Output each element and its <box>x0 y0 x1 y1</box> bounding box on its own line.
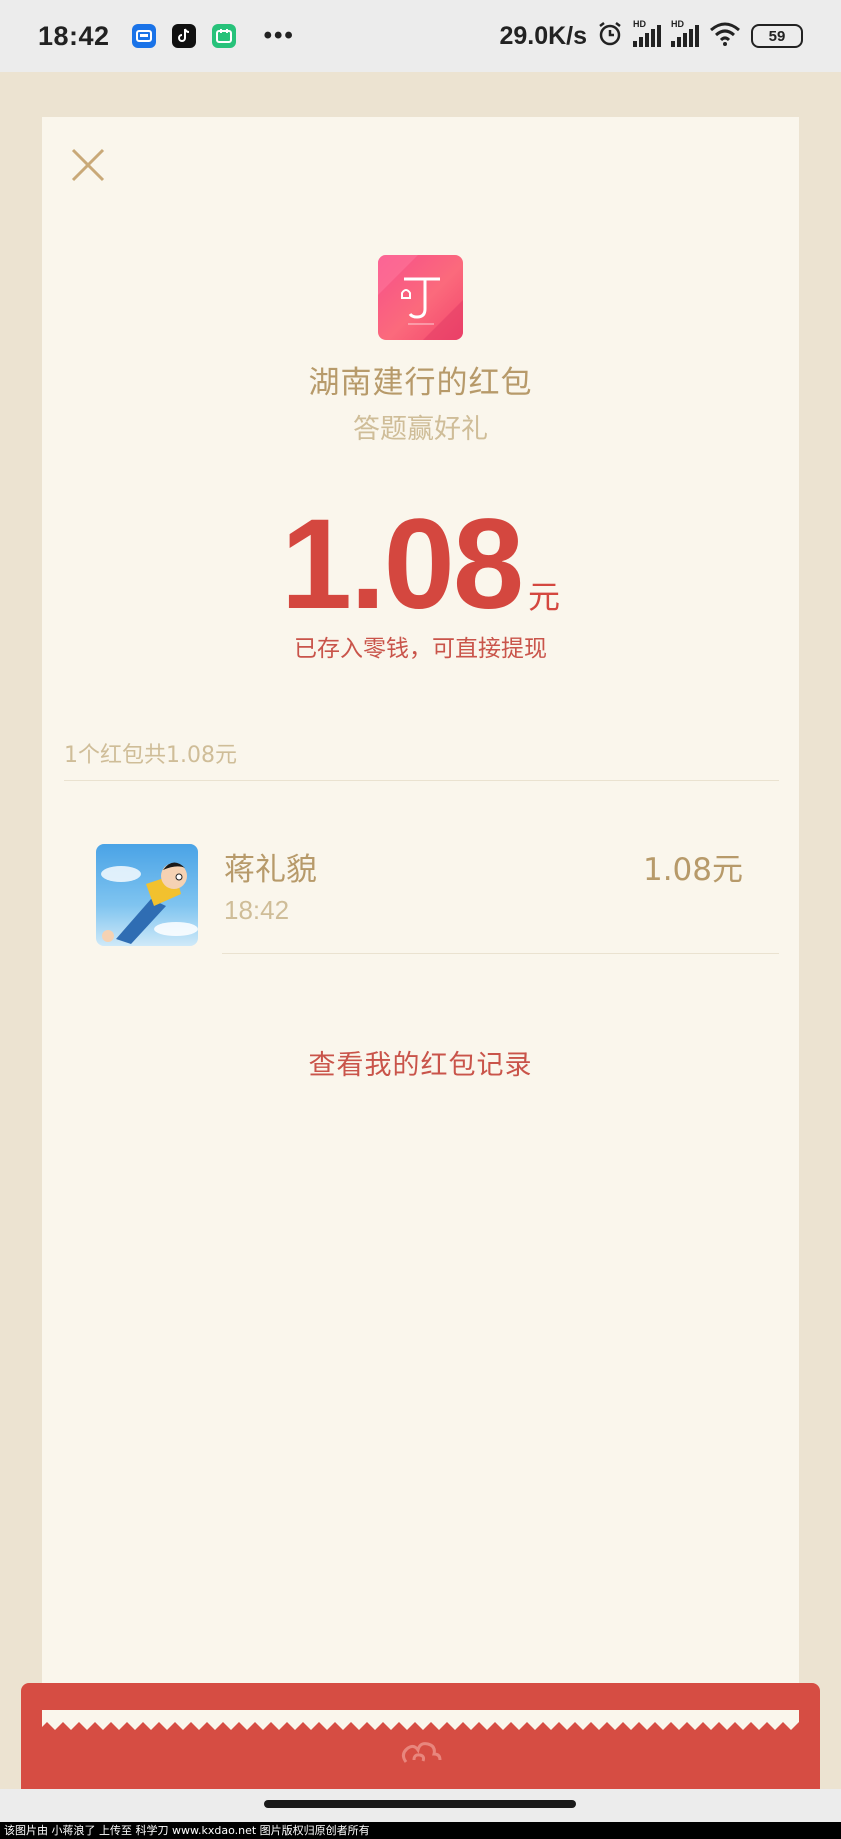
battery-indicator: 59 <box>751 24 803 48</box>
packet-summary: 1个红包共1.08元 <box>64 743 237 768</box>
cloud-emblem-icon <box>398 1738 444 1768</box>
network-speed: 29.0K/s <box>499 21 587 50</box>
home-indicator[interactable] <box>264 1800 576 1808</box>
red-packet-footer <box>21 1683 820 1789</box>
packet-sender-title: 湖南建行的红包 <box>308 365 533 401</box>
messenger-icon <box>131 24 156 48</box>
received-amount: 1.08 <box>280 493 524 636</box>
divider <box>222 953 779 954</box>
red-packet-detail-card: 湖南建行的红包 答题赢好礼 1.08 元 已存入零钱，可直接提现 1个红包共1.… <box>42 117 799 1722</box>
record-name: 蒋礼貌 <box>224 852 317 888</box>
signal-icon-1: HD <box>633 19 661 47</box>
zigzag-edge <box>42 1710 799 1730</box>
alarm-icon <box>597 21 623 52</box>
tiktok-icon <box>171 24 196 48</box>
signal-icon-2: HD <box>671 19 699 47</box>
calendar-icon <box>211 24 236 48</box>
amount-unit: 元 <box>528 578 561 616</box>
record-time: 18:42 <box>224 895 290 925</box>
packet-greeting: 答题赢好礼 <box>353 414 488 445</box>
more-notifications-icon: ••• <box>263 22 295 49</box>
list-item[interactable]: 蒋礼貌 18:42 1.08元 <box>42 787 799 956</box>
avatar <box>96 844 198 946</box>
divider <box>64 780 779 781</box>
saved-to-balance-note: 已存入零钱，可直接提现 <box>294 636 547 662</box>
status-bar: 18:42 ••• 29.0K/s HD HD 59 <box>0 0 841 72</box>
record-amount: 1.08元 <box>642 852 743 888</box>
watermark-text: 该图片由 小蒋浪了 上传至 科学刀 www.kxdao.net 图片版权归原创者… <box>0 1822 841 1839</box>
sender-logo <box>378 255 463 340</box>
status-time: 18:42 <box>38 20 110 51</box>
close-icon[interactable] <box>70 147 106 183</box>
status-right: 29.0K/s HD HD 59 <box>499 19 803 52</box>
wifi-icon <box>709 22 741 51</box>
amount-row: 1.08 元 <box>42 491 799 638</box>
view-my-records-link[interactable]: 查看我的红包记录 <box>42 1043 799 1082</box>
